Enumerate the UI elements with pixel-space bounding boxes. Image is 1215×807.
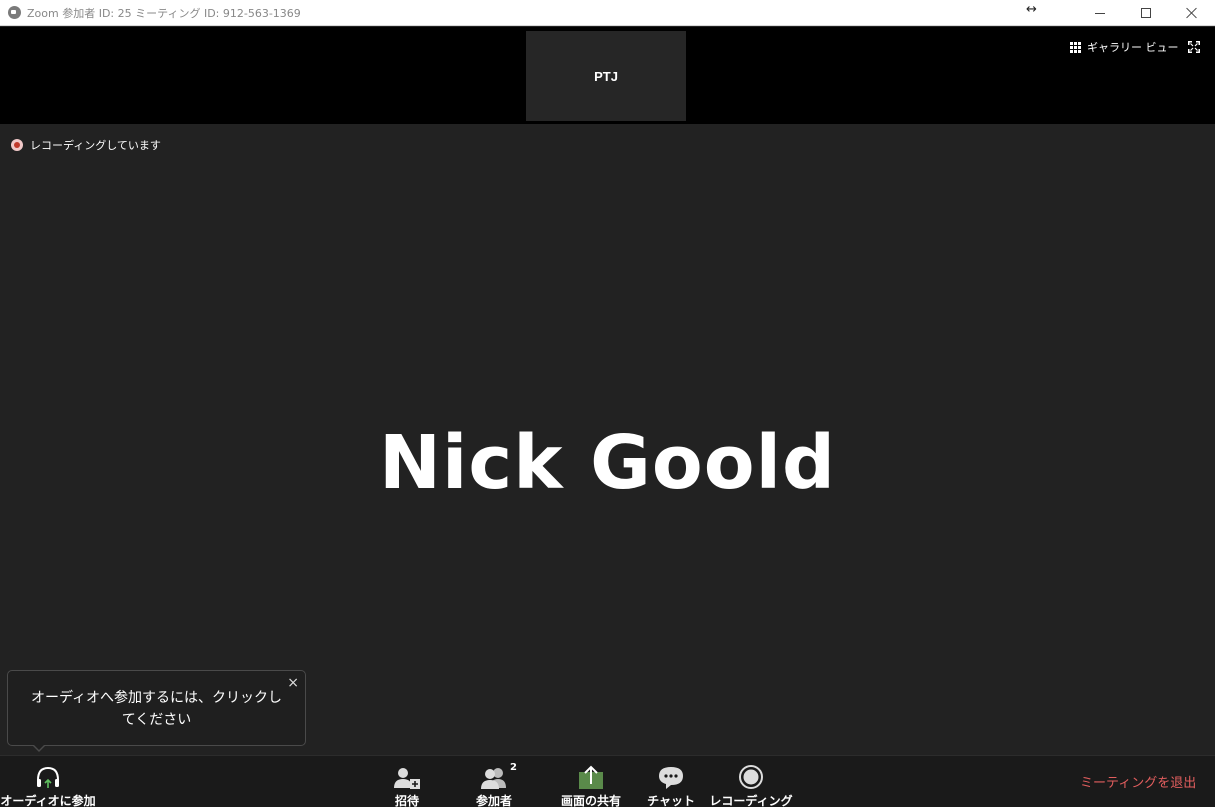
recording-status: レコーディングしています (30, 139, 161, 152)
share-screen-label: 画面の共有 (560, 794, 621, 807)
participants-icon (481, 768, 506, 789)
minimize-button[interactable] (1077, 0, 1123, 26)
record-button[interactable]: レコーディング (709, 762, 793, 807)
chat-label: チャット (647, 794, 695, 807)
chat-button[interactable]: チャット (647, 762, 695, 807)
title-bar: Zoom 参加者 ID: 25 ミーティング ID: 912-563-1369 … (0, 0, 1215, 26)
record-icon (739, 765, 763, 789)
gallery-grid-icon (1070, 41, 1081, 53)
thumbnail-name: PTJ (594, 68, 618, 84)
headphones-icon (37, 766, 59, 788)
active-speaker-name: Nick Goold (379, 420, 836, 506)
resize-icon[interactable]: ↔ (1026, 2, 1037, 17)
maximize-button[interactable] (1123, 0, 1169, 26)
share-screen-button[interactable]: 画面の共有 (556, 762, 626, 807)
leave-meeting-button[interactable]: ミーティングを退出 (1080, 772, 1196, 791)
video-strip: PTJ ギャラリー ビュー (0, 27, 1215, 124)
recording-dot-icon (11, 139, 23, 151)
recording-indicator: レコーディングしています (11, 137, 161, 153)
join-audio-label: オーディオに参加 (0, 794, 96, 807)
join-audio-button[interactable]: オーディオに参加 (0, 762, 96, 807)
participant-thumbnail[interactable]: PTJ (526, 31, 686, 121)
maximize-icon (1141, 8, 1151, 18)
meeting-toolbar: オーディオに参加 招待 2 参加者 画面の共有 チャット レコーディング (0, 755, 1215, 807)
participants-button[interactable]: 2 参加者 (470, 762, 518, 807)
invite-label: 招待 (394, 794, 419, 807)
minimize-icon (1095, 12, 1105, 14)
main-video-area: レコーディングしています Nick Goold (0, 124, 1215, 754)
tooltip-text: オーディオへ参加するには、クリックしてください (30, 690, 283, 728)
zoom-logo-icon (8, 6, 21, 19)
window-title: Zoom 参加者 ID: 25 ミーティング ID: 912-563-1369 (27, 7, 301, 20)
close-button[interactable] (1169, 0, 1215, 26)
close-icon (1186, 7, 1198, 19)
gallery-view-button[interactable]: ギャラリー ビュー (1070, 39, 1179, 55)
gallery-view-label: ギャラリー ビュー (1087, 41, 1179, 54)
fullscreen-icon[interactable] (1188, 41, 1200, 53)
participants-count: 2 (510, 762, 517, 773)
participants-label: 参加者 (475, 794, 512, 807)
chat-icon (659, 767, 683, 789)
join-audio-tooltip[interactable]: × オーディオへ参加するには、クリックしてください (7, 670, 306, 746)
invite-icon (394, 768, 420, 789)
invite-button[interactable]: 招待 (390, 762, 424, 807)
record-label: レコーディング (709, 794, 793, 807)
tooltip-close-icon[interactable]: × (287, 672, 299, 694)
tooltip-arrow-inner (33, 744, 45, 750)
share-screen-icon (579, 765, 603, 789)
